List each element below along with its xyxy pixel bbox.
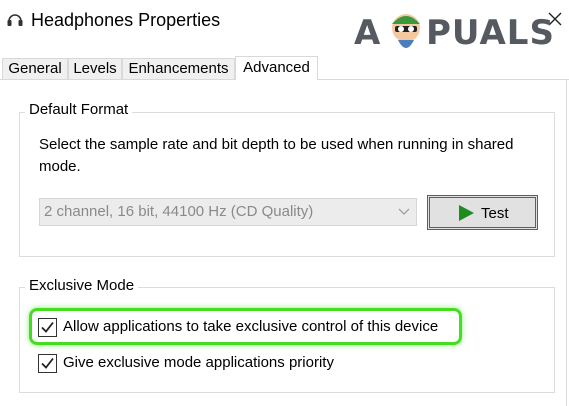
sample-format-value: 2 channel, 16 bit, 44100 Hz (CD Quality) (44, 203, 314, 220)
tab-enhancements[interactable]: Enhancements (122, 58, 235, 79)
test-button[interactable]: Test (427, 195, 538, 230)
exclusive-priority-option[interactable]: Give exclusive mode applications priorit… (38, 353, 358, 375)
sample-format-select[interactable]: 2 channel, 16 bit, 44100 Hz (CD Quality) (39, 198, 417, 226)
checkmark-icon (41, 321, 54, 333)
tab-general[interactable]: General (2, 58, 68, 79)
exclusive-control-option[interactable]: Allow applications to take exclusive con… (38, 317, 458, 339)
default-format-description: Select the sample rate and bit depth to … (39, 136, 514, 175)
exclusive-mode-legend: Exclusive Mode (25, 277, 139, 294)
test-button-label: Test (481, 205, 509, 222)
panel-right-border (566, 79, 567, 406)
tab-advanced-label: Advanced (243, 59, 310, 76)
speaker-icon (7, 14, 23, 26)
tab-strip: General Levels Enhancements Advanced (0, 56, 569, 80)
tab-advanced[interactable]: Advanced (235, 56, 318, 80)
exclusive-priority-checkbox[interactable] (38, 354, 57, 373)
chevron-down-icon (398, 208, 410, 215)
default-format-legend: Default Format (25, 101, 133, 118)
exclusive-control-checkbox[interactable] (38, 318, 57, 337)
tab-levels-label: Levels (73, 60, 117, 77)
exclusive-control-label: Allow applications to take exclusive con… (63, 318, 439, 335)
play-icon (459, 205, 474, 221)
tab-levels[interactable]: Levels (68, 58, 122, 79)
svg-text:PUALS: PUALS (426, 13, 555, 53)
tab-enhancements-label: Enhancements (128, 60, 229, 77)
exclusive-priority-label: Give exclusive mode applications priorit… (63, 354, 334, 371)
svg-text:A: A (354, 13, 381, 53)
tab-general-label: General (8, 60, 62, 77)
checkmark-icon (41, 357, 54, 369)
appuals-watermark-logo: A PUALS (354, 13, 555, 53)
window-title: Headphones Properties (31, 10, 221, 30)
